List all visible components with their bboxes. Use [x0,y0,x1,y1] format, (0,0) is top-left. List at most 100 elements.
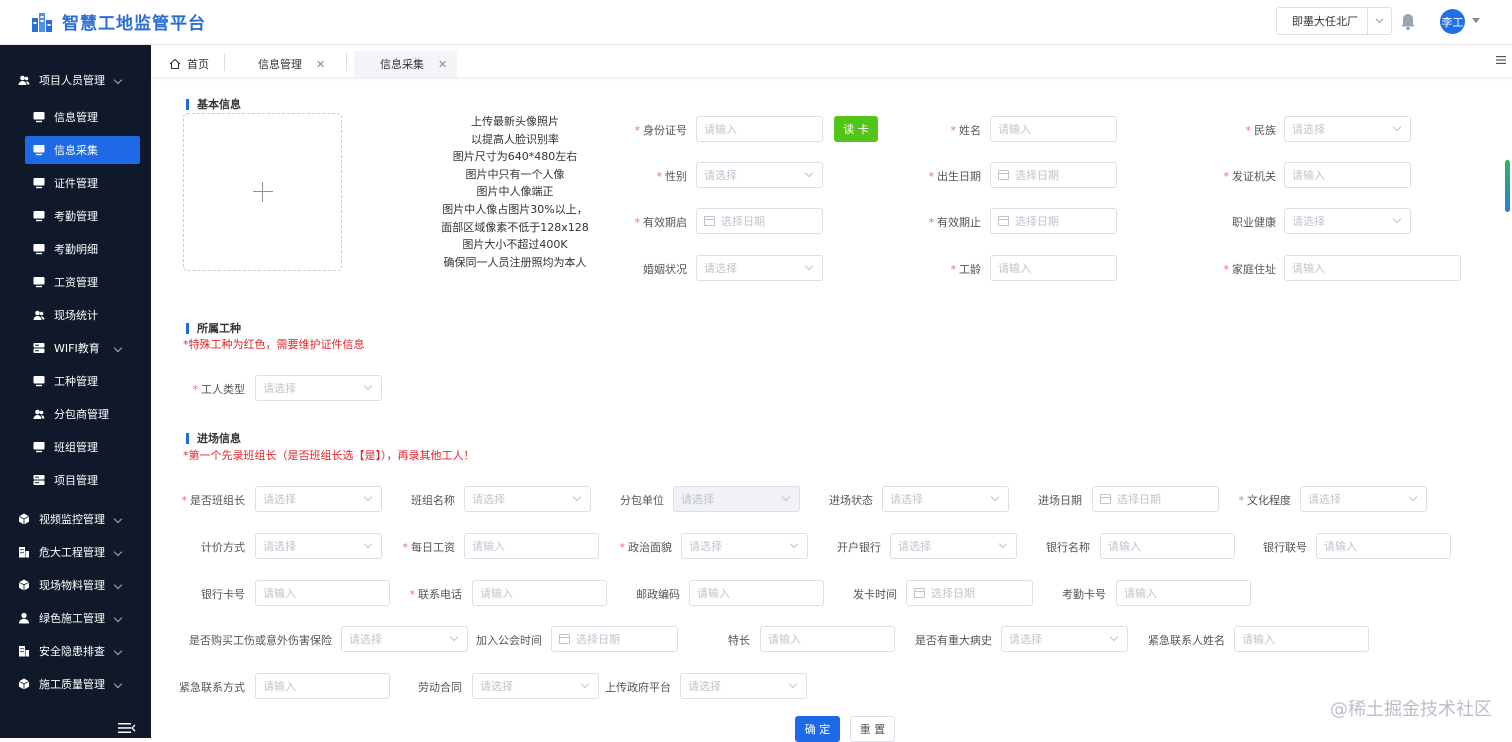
sidebar-item[interactable]: 证件管理 [0,169,151,197]
required-mark: * [950,263,957,276]
select-field[interactable]: 请选择 [1300,486,1427,512]
sidebar-item[interactable]: 分包商管理 [0,400,151,428]
field-placeholder: 请选择 [1292,215,1325,228]
field-placeholder: 请选择 [480,680,513,693]
chevron-down-icon [113,343,123,353]
upload-tip-line: 确保同一人员注册照均为本人 [443,255,587,269]
sidebar-item-label: 信息采集 [54,144,98,157]
required-mark: * [192,383,199,396]
sidebar-item[interactable]: 绿色施工管理 [0,604,151,632]
sidebar-item[interactable]: 项目人员管理 [0,66,151,94]
text-field[interactable]: 请输入 [990,255,1117,281]
select-field[interactable]: 请选择 [255,375,382,401]
tab-home[interactable]: 首页 [169,51,209,77]
user-menu-caret-icon[interactable] [1472,18,1480,23]
sidebar-item[interactable]: WIFI教育 [0,334,151,362]
select-field[interactable]: 请选择 [890,533,1017,559]
text-field[interactable]: 请输入 [696,116,823,142]
text-field[interactable]: 请输入 [255,580,390,606]
tab-menu-icon[interactable] [1496,55,1506,65]
date-field[interactable]: 选择日期 [990,208,1117,234]
chevron-down-icon [113,613,123,623]
field-placeholder: 请选择 [898,540,931,553]
sidebar-item[interactable]: 视频监控管理 [0,505,151,533]
field-label: * 有效期止 [929,214,982,230]
date-field[interactable]: 选择日期 [990,162,1117,188]
tab-info-management[interactable]: 信息管理 ✕ [258,51,325,77]
close-icon[interactable]: ✕ [316,58,325,71]
select-field[interactable]: 请选择 [882,486,1009,512]
sidebar-item[interactable]: 危大工程管理 [0,538,151,566]
select-field[interactable]: 请选择 [696,162,823,188]
chevron-down-icon [998,539,1008,549]
required-mark: * [634,124,641,137]
bell-icon[interactable] [1400,13,1416,31]
field-label-text: 家庭住址 [1232,263,1276,276]
select-field[interactable]: 请选择 [681,533,808,559]
confirm-button[interactable]: 确 定 [795,716,840,742]
select-field[interactable]: 请选择 [1001,626,1128,652]
field-placeholder: 请输入 [472,540,505,553]
text-field[interactable]: 请输入 [1116,580,1251,606]
field-placeholder: 请输入 [1324,540,1357,553]
sidebar-item[interactable]: 考勤明细 [0,235,151,263]
photo-upload[interactable] [183,113,342,271]
text-field[interactable]: 请输入 [689,580,824,606]
select-field[interactable]: 请选择 [472,673,599,699]
sidebar-item[interactable]: 安全隐患排查 [0,637,151,665]
date-field[interactable]: 选择日期 [551,626,678,652]
chevron-down-icon [113,514,123,524]
text-field[interactable]: 请输入 [464,533,599,559]
chevron-down-icon [781,492,791,502]
avatar[interactable]: 李工 [1440,9,1465,34]
required-mark: * [402,541,409,554]
site-select[interactable]: 即墨大任北厂 [1276,7,1392,35]
text-field[interactable]: 请输入 [472,580,607,606]
field-label-text: 是否购买工伤或意外伤害保险 [189,634,332,647]
logo[interactable]: 智慧工地监管平台 [30,9,206,34]
text-field[interactable]: 请输入 [255,673,390,699]
sidebar-item[interactable]: 项目管理 [0,466,151,494]
entry-note: *第一个先录班组长（是否班组长选【是】），再录其他工人！ [183,449,475,462]
select-field[interactable]: 请选择 [464,486,591,512]
sidebar-item[interactable]: 信息管理 [0,103,151,131]
field-placeholder: 请选择 [1009,633,1042,646]
close-icon[interactable]: ✕ [438,58,447,71]
field-label: * 出生日期 [929,168,982,184]
sidebar-item[interactable]: 工资管理 [0,268,151,296]
select-field[interactable]: 请选择 [696,255,823,281]
text-field[interactable]: 请输入 [760,626,895,652]
sidebar-item[interactable]: 现场统计 [0,301,151,329]
select-field[interactable]: 请选择 [255,486,382,512]
text-field[interactable]: 请输入 [1284,162,1411,188]
date-field[interactable]: 选择日期 [696,208,823,234]
text-field[interactable]: 请输入 [1284,255,1461,281]
sidebar-item[interactable]: 现场物料管理 [0,571,151,599]
page-scrollbar[interactable] [1505,160,1510,212]
text-field[interactable]: 请输入 [990,116,1117,142]
text-field[interactable]: 请输入 [1100,533,1235,559]
menu-collapse-icon[interactable] [118,722,136,734]
tab-info-collection[interactable]: 信息采集 ✕ [354,51,458,77]
monitor-icon [33,111,45,123]
sidebar-item[interactable]: 班组管理 [0,433,151,461]
text-field[interactable]: 请输入 [1234,626,1369,652]
field-label: * 家庭住址 [1224,261,1277,277]
select-field[interactable]: 请选择 [680,673,807,699]
date-field[interactable]: 选择日期 [906,580,1033,606]
sidebar-item[interactable]: 工种管理 [0,367,151,395]
read-card-button[interactable]: 读 卡 [834,116,878,142]
select-field[interactable]: 请选择 [255,533,382,559]
select-field[interactable]: 请选择 [1284,116,1411,142]
sidebar-item[interactable]: 信息采集 [25,136,140,164]
select-field[interactable]: 请选择 [1284,208,1411,234]
sidebar-item-label: 分包商管理 [54,408,109,421]
text-field[interactable]: 请输入 [1316,533,1451,559]
date-field[interactable]: 选择日期 [1092,486,1219,512]
sidebar-item[interactable]: 施工质量管理 [0,670,151,698]
reset-button[interactable]: 重 置 [850,716,895,742]
field-label: 进场状态 [829,492,873,508]
select-field[interactable]: 请选择 [341,626,468,652]
user-icon [18,612,30,624]
sidebar-item[interactable]: 考勤管理 [0,202,151,230]
